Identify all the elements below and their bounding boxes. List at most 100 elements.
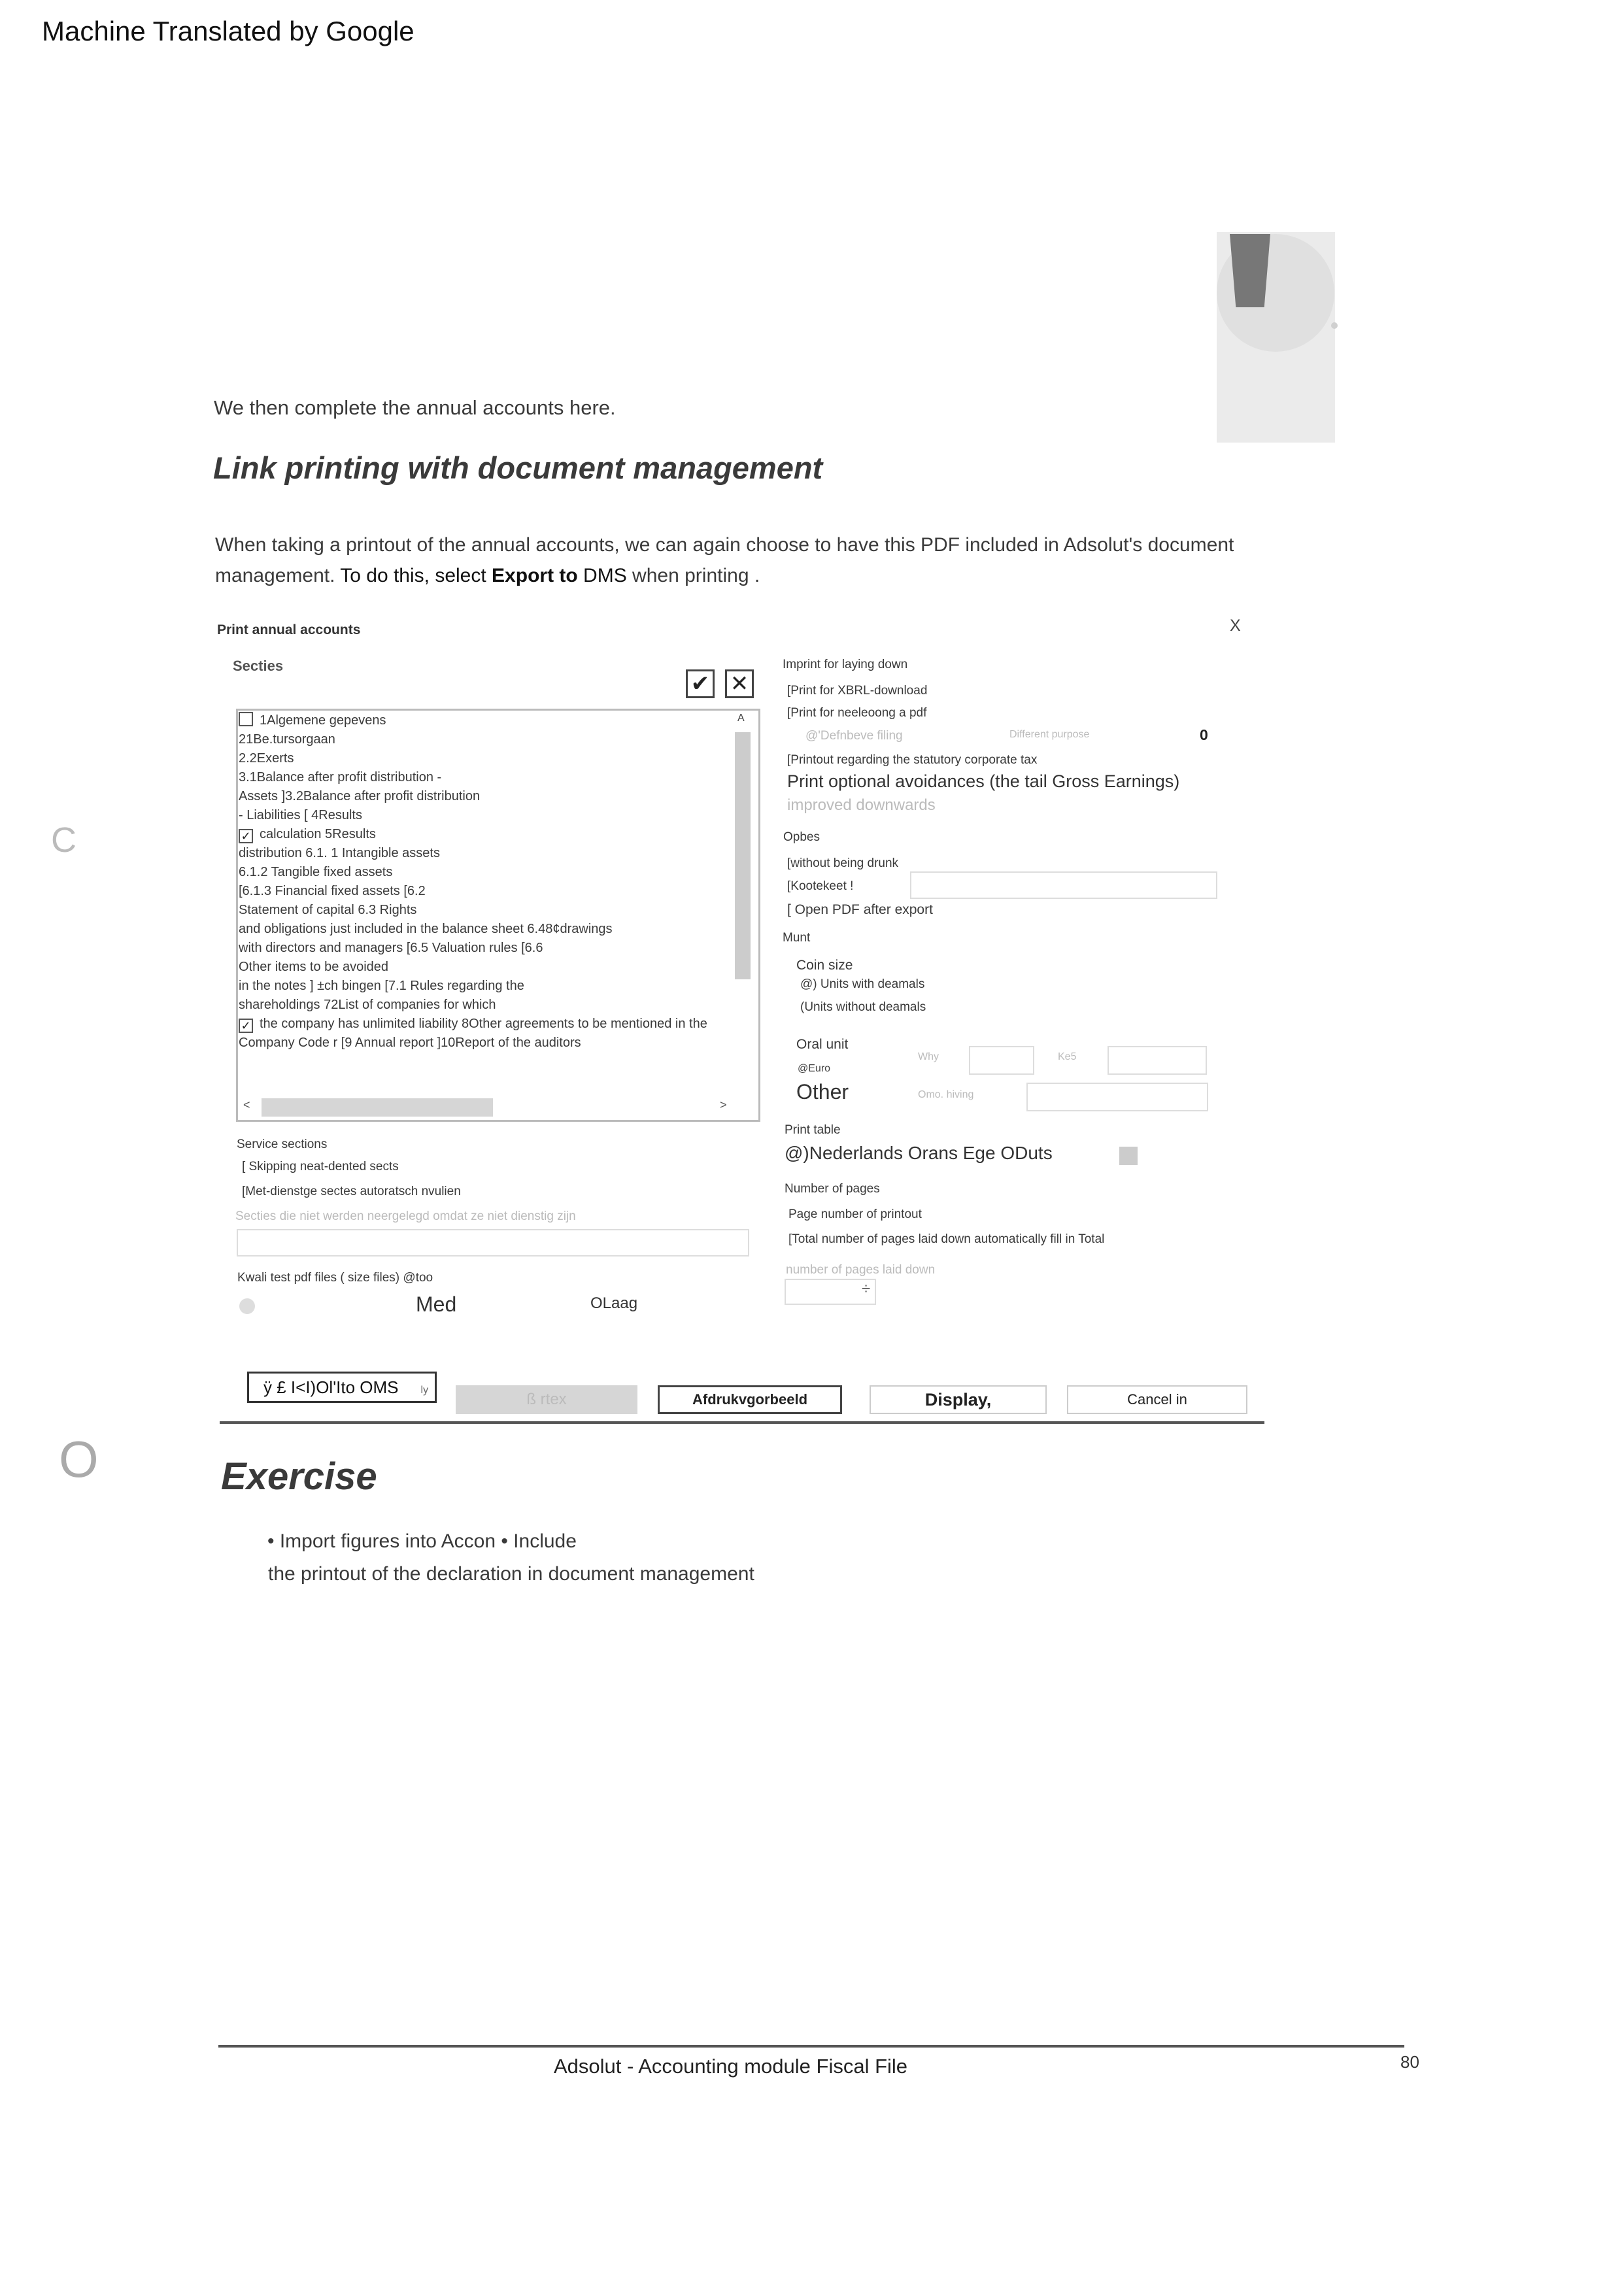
- section-heading: Link printing with document management: [213, 450, 823, 485]
- list-item[interactable]: in the notes ] ±ch bingen [7.1 Rules reg…: [239, 977, 755, 996]
- options-label: Opbes: [783, 830, 820, 844]
- page-number: 80: [1400, 2052, 1419, 2072]
- quality-medium[interactable]: Med: [416, 1292, 456, 1317]
- checkbox[interactable]: ✓: [239, 829, 253, 843]
- list-item[interactable]: [6.1.3 Financial fixed assets [6.2: [239, 882, 755, 901]
- vertical-scrollbar[interactable]: [735, 732, 751, 979]
- list-item[interactable]: Company Code r [9 Annual report ]10Repor…: [239, 1034, 755, 1053]
- currency-label: Munt: [783, 931, 811, 945]
- close-icon[interactable]: X: [1230, 616, 1241, 635]
- checkbox[interactable]: ✓: [239, 1019, 253, 1033]
- shield-icon: [1230, 234, 1270, 307]
- option-without[interactable]: [without being drunk: [787, 856, 898, 871]
- list-item[interactable]: shareholdings 72List of companies for wh…: [239, 996, 755, 1015]
- checkbox[interactable]: [239, 712, 253, 726]
- units-without-decimals-radio[interactable]: (Units without deamals: [800, 1000, 926, 1015]
- decorative-dot: [1331, 322, 1338, 329]
- coin-size-label: Coin size: [796, 958, 853, 973]
- list-item[interactable]: Other items to be avoided: [239, 958, 755, 977]
- service-option-fill[interactable]: [Met-dienstge sectes autoratsch nvulien: [242, 1185, 461, 1199]
- list-item[interactable]: Statement of capital 6.3 Rights: [239, 901, 755, 920]
- intro-text: We then complete the annual accounts her…: [214, 396, 616, 419]
- open-pdf-option[interactable]: [ Open PDF after export: [787, 902, 933, 918]
- service-input[interactable]: [237, 1229, 749, 1257]
- export-to-dms-button[interactable]: ÿ £ I<I)Ol'Ito OMS ly: [247, 1372, 437, 1403]
- list-item[interactable]: ✓ the company has unlimited liability 8Ot…: [239, 1015, 755, 1034]
- list-item-label: 1Algemene gepevens: [260, 713, 386, 728]
- euro-radio[interactable]: @Euro: [798, 1063, 830, 1075]
- imprint-count: 0: [1200, 726, 1208, 743]
- service-faint-label: Secties die niet werden neergelegd omdat…: [235, 1209, 576, 1223]
- footer-divider: [218, 2045, 1404, 2048]
- imprint-label: Imprint for laying down: [783, 658, 908, 671]
- quality-label: Kwali test pdf files ( size files) @too: [237, 1271, 433, 1285]
- imprint-other-radio[interactable]: Different purpose: [1009, 729, 1089, 741]
- side-letter-c: C: [51, 820, 76, 860]
- export-to-dms-label: ÿ £ I<I)Ol'Ito OMS: [263, 1377, 399, 1397]
- scroll-right-icon[interactable]: >: [720, 1098, 727, 1112]
- section-paragraph: When taking a printout of the annual acc…: [215, 530, 1327, 591]
- option-input[interactable]: [910, 871, 1217, 899]
- print-optional-option[interactable]: Print optional avoidances (the tail Gros…: [787, 771, 1179, 792]
- why-label: Why: [918, 1051, 939, 1062]
- units-with-decimals-radio[interactable]: @) Units with deamals: [800, 977, 924, 992]
- horizontal-scrollbar[interactable]: [262, 1098, 493, 1117]
- imprint-statutory-option[interactable]: [Printout regarding the statutory corpor…: [787, 753, 1037, 767]
- display-button[interactable]: Display,: [870, 1385, 1047, 1414]
- print-table-label: Print table: [785, 1123, 841, 1137]
- exercise-heading: Exercise: [221, 1455, 377, 1498]
- language-flag-icon[interactable]: [1119, 1147, 1138, 1165]
- imprint-default-radio[interactable]: @'Defnbeve filing: [805, 729, 903, 743]
- list-item[interactable]: 3.1Balance after profit distribution -: [239, 768, 755, 787]
- clear-all-icon[interactable]: ✕: [725, 669, 754, 698]
- service-option-skip[interactable]: [ Skipping neat-dented sects: [242, 1160, 399, 1174]
- list-item[interactable]: with directors and managers [6.5 Valuati…: [239, 939, 755, 958]
- other-currency-input[interactable]: [1026, 1083, 1208, 1111]
- omo-label: Omo. hiving: [918, 1089, 974, 1100]
- paragraph-bold: Export to: [492, 565, 578, 586]
- currency-rate-input[interactable]: [969, 1046, 1034, 1075]
- list-item[interactable]: 6.1.2 Tangible fixed assets: [239, 863, 755, 882]
- list-item[interactable]: - Liabilities [ 4Results: [239, 806, 755, 825]
- keb-label: Ke5: [1058, 1051, 1077, 1062]
- currency-code-input[interactable]: [1108, 1046, 1207, 1075]
- option-kootekeet[interactable]: [Kootekeet !: [787, 879, 853, 894]
- list-item[interactable]: Assets ]3.2Balance after profit distribu…: [239, 787, 755, 806]
- stepper-arrows-icon[interactable]: ÷: [862, 1280, 870, 1298]
- export-to-dms-suffix: ly: [420, 1385, 429, 1396]
- imprint-pdf-option[interactable]: [Print for neeleoong a pdf: [787, 706, 926, 720]
- dialog-divider: [220, 1421, 1264, 1424]
- side-letter-o: O: [59, 1430, 99, 1488]
- list-item[interactable]: 2.2Exerts: [239, 749, 755, 768]
- exercise-line-1: • Import figures into Accon • Include: [267, 1530, 577, 1552]
- print-preview-button[interactable]: Afdrukvgorbeeld: [658, 1385, 842, 1414]
- page-number-printout[interactable]: Page number of printout: [788, 1207, 922, 1222]
- print-button[interactable]: ß rtex: [456, 1385, 637, 1414]
- list-item[interactable]: distribution 6.1. 1 Intangible assets: [239, 844, 755, 863]
- paragraph-part: To do this, select: [340, 565, 492, 586]
- scroll-left-icon[interactable]: <: [243, 1098, 250, 1112]
- service-sections-label: Service sections: [237, 1138, 328, 1151]
- cancel-button[interactable]: Cancel in: [1067, 1385, 1247, 1414]
- sections-label: Secties: [233, 658, 284, 674]
- sections-list[interactable]: 1Algemene gepevens 21Be.tursorgaan 2.2Ex…: [239, 711, 755, 1053]
- scroll-up-icon[interactable]: A: [737, 713, 745, 724]
- check-all-icon[interactable]: ✔: [686, 669, 715, 698]
- paragraph-part: when printing .: [626, 565, 760, 586]
- improved-label: improved downwards: [787, 796, 936, 814]
- other-currency-radio[interactable]: Other: [796, 1080, 849, 1104]
- list-item[interactable]: 21Be.tursorgaan: [239, 730, 755, 749]
- total-pages-option[interactable]: [Total number of pages laid down automat…: [788, 1232, 1104, 1247]
- dialog-title: Print annual accounts: [217, 622, 361, 637]
- number-of-pages-label: Number of pages: [785, 1182, 880, 1196]
- currency-unit-label: Oral unit: [796, 1037, 849, 1052]
- list-item[interactable]: and obligations just included in the bal…: [239, 920, 755, 939]
- list-item[interactable]: ✓ calculation 5Results: [239, 825, 755, 844]
- quality-radio-high[interactable]: [239, 1298, 255, 1314]
- machine-translated-banner: Machine Translated by Google: [42, 16, 414, 46]
- imprint-xbrl-option[interactable]: [Print for XBRL-download: [787, 684, 927, 698]
- list-item[interactable]: 1Algemene gepevens: [239, 711, 755, 730]
- print-table-language[interactable]: @)Nederlands Orans Ege ODuts: [785, 1143, 1053, 1164]
- paragraph-part: DMS: [577, 565, 627, 586]
- quality-low[interactable]: OLaag: [590, 1294, 637, 1313]
